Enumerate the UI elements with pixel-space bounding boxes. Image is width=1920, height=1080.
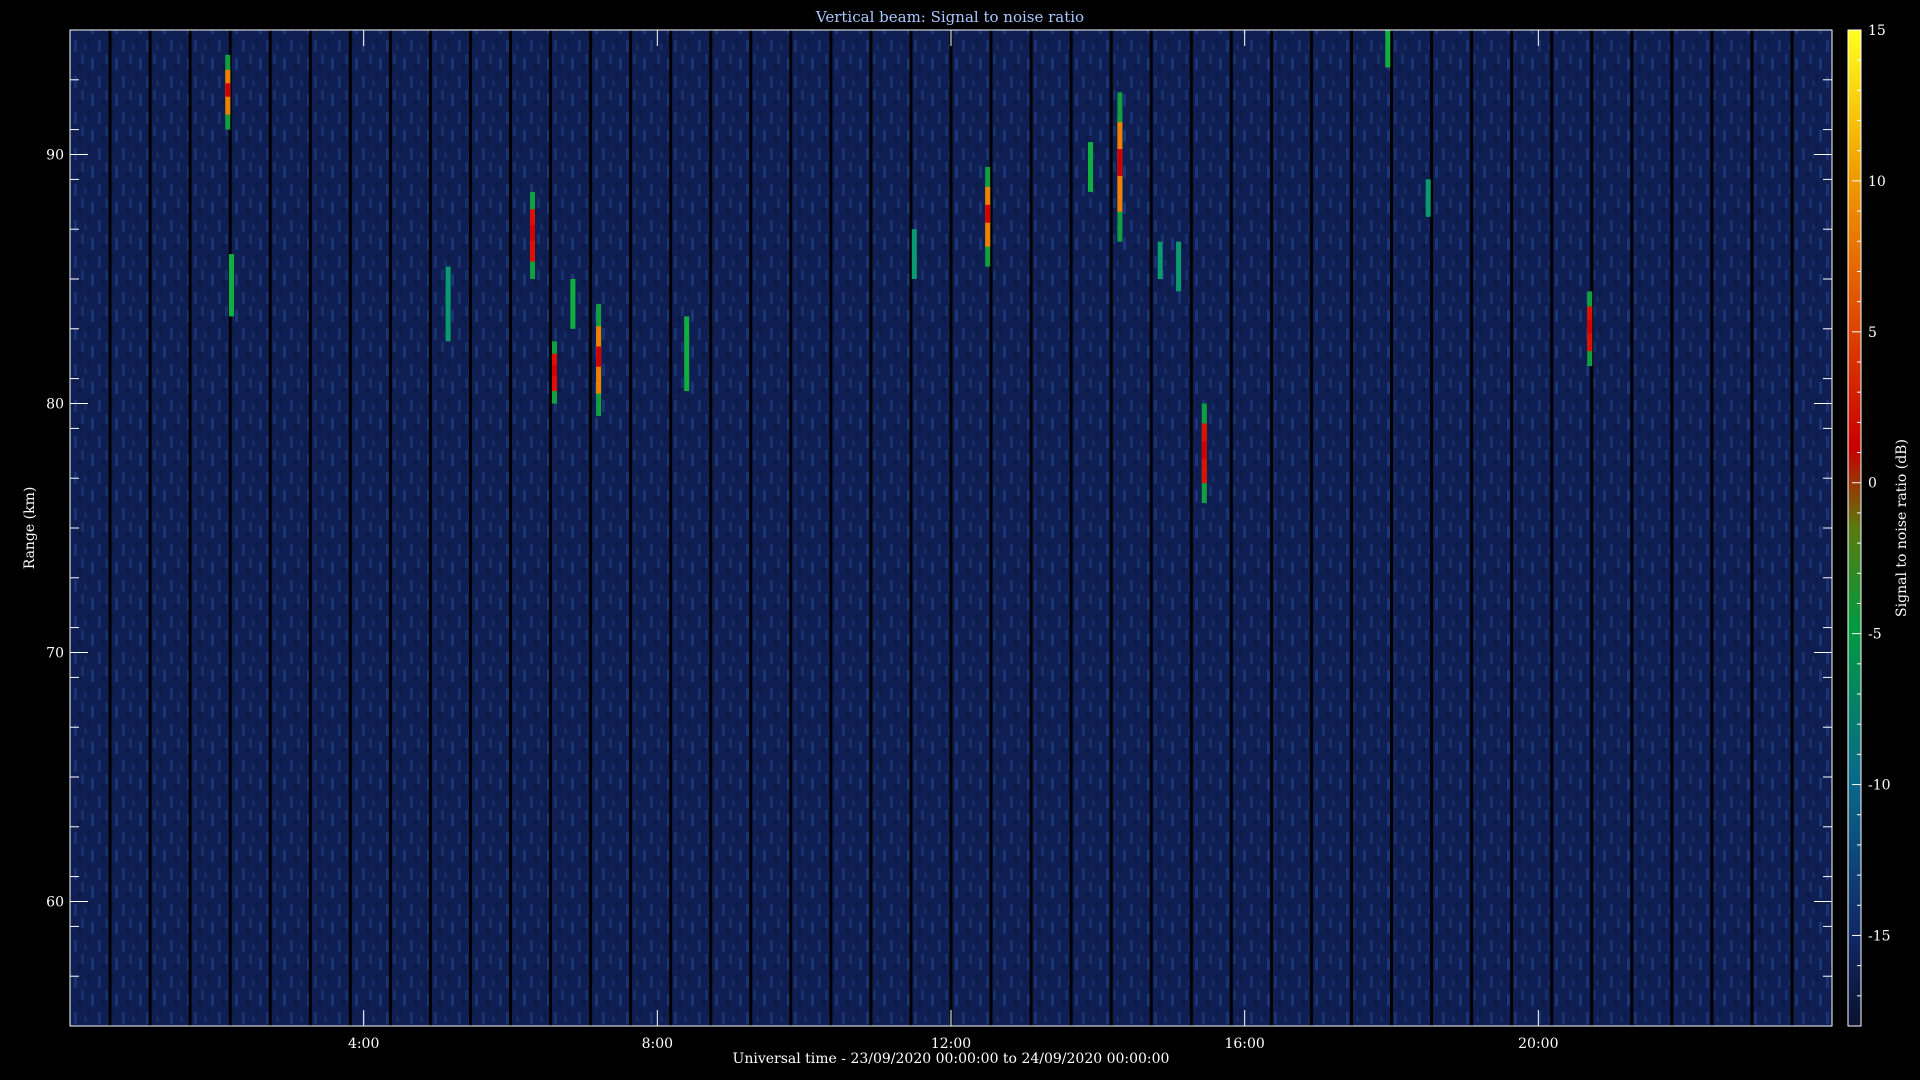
data-gap xyxy=(789,30,793,1026)
echo-mark xyxy=(570,279,576,329)
echo-mark xyxy=(1088,142,1093,192)
echo-mark xyxy=(985,166,991,267)
data-gap xyxy=(1269,30,1273,1026)
data-gap xyxy=(1390,30,1393,1026)
data-gap xyxy=(629,30,633,1026)
data-gap xyxy=(148,30,152,1026)
colorbar-tick-label: 5 xyxy=(1868,325,1877,341)
data-gap xyxy=(1109,30,1113,1026)
echo-mark xyxy=(596,303,602,416)
data-gap xyxy=(469,30,472,1026)
echo-mark xyxy=(445,266,451,342)
data-gap xyxy=(869,30,873,1026)
data-gap xyxy=(1630,30,1634,1026)
data-gap xyxy=(1510,30,1514,1026)
data-gap xyxy=(1069,30,1073,1026)
data-gap xyxy=(228,30,232,1026)
data-gap xyxy=(1550,30,1554,1026)
colorbar-tick-label: 0 xyxy=(1868,476,1877,492)
y-tick-label: 60 xyxy=(46,895,64,911)
x-tick-label: 12:00 xyxy=(931,1036,971,1052)
data-gap xyxy=(388,30,392,1026)
echo-mark xyxy=(1425,179,1431,217)
data-gap xyxy=(549,30,552,1026)
y-tick-label: 80 xyxy=(46,397,64,413)
echo-mark xyxy=(1157,241,1163,279)
data-gap xyxy=(669,30,673,1026)
y-tick-label: 70 xyxy=(46,646,64,662)
data-gap xyxy=(1229,30,1233,1026)
data-gap xyxy=(709,30,713,1026)
data-gap xyxy=(749,30,753,1026)
x-tick-label: 16:00 xyxy=(1224,1036,1264,1052)
data-gap xyxy=(1750,30,1754,1026)
snr-chart: Vertical beam: Signal to noise ratio 4:0… xyxy=(22,8,1910,1067)
data-gap xyxy=(428,30,432,1026)
colorbar: 15 10 5 0 -5 -10 -15 Signal to noise ratio (dB… xyxy=(1847,23,1910,1027)
data-gap xyxy=(1590,30,1594,1026)
echo-mark xyxy=(552,341,557,404)
data-gap xyxy=(1790,30,1794,1026)
data-gap xyxy=(509,30,512,1026)
data-gap xyxy=(1029,30,1033,1026)
data-gap xyxy=(108,30,112,1026)
data-gap xyxy=(1350,30,1353,1026)
echo-mark xyxy=(684,316,690,392)
y-tick-label: 90 xyxy=(46,148,64,164)
x-tick-label: 8:00 xyxy=(642,1036,673,1052)
echo-mark xyxy=(530,191,535,279)
data-gap xyxy=(829,30,833,1026)
data-gap xyxy=(348,30,352,1026)
data-gap xyxy=(1470,30,1474,1026)
data-gap xyxy=(949,30,953,1026)
echo-mark xyxy=(911,229,917,279)
data-gap xyxy=(1670,30,1674,1026)
data-gap xyxy=(1710,30,1714,1026)
echo-mark xyxy=(1201,403,1207,504)
echo-mark xyxy=(229,254,234,317)
colorbar-gradient xyxy=(1847,29,1862,1027)
colorbar-tick-label: 15 xyxy=(1868,23,1886,39)
data-gap xyxy=(1309,30,1313,1026)
echo-mark xyxy=(1587,291,1593,367)
plot-area: 4:00 8:00 12:00 16:00 20:00 60 70 80 90 xyxy=(46,29,1833,1052)
y-axis-label: Range (km) xyxy=(22,487,38,570)
data-gap xyxy=(308,30,312,1026)
data-gap xyxy=(188,30,192,1026)
x-tick-label: 20:00 xyxy=(1518,1036,1558,1052)
colorbar-tick-label: 10 xyxy=(1868,174,1886,190)
colorbar-tick-label: -5 xyxy=(1868,627,1882,643)
data-gap xyxy=(268,30,272,1026)
colorbar-label: Signal to noise ratio (dB) xyxy=(1894,439,1910,617)
colorbar-tick-label: -15 xyxy=(1868,928,1891,944)
data-gap xyxy=(1189,30,1193,1026)
data-gap xyxy=(1149,30,1153,1026)
data-gap xyxy=(589,30,593,1026)
echo-mark xyxy=(225,54,231,130)
data-gap xyxy=(909,30,913,1026)
echo-mark xyxy=(1117,92,1123,242)
x-tick-label: 4:00 xyxy=(348,1036,379,1052)
echo-mark xyxy=(1385,30,1391,68)
colorbar-tick-label: -10 xyxy=(1868,778,1891,794)
x-axis-label: Universal time - 23/09/2020 00:00:00 to … xyxy=(733,1051,1170,1067)
echo-mark xyxy=(1176,241,1182,292)
chart-title: Vertical beam: Signal to noise ratio xyxy=(815,8,1084,26)
